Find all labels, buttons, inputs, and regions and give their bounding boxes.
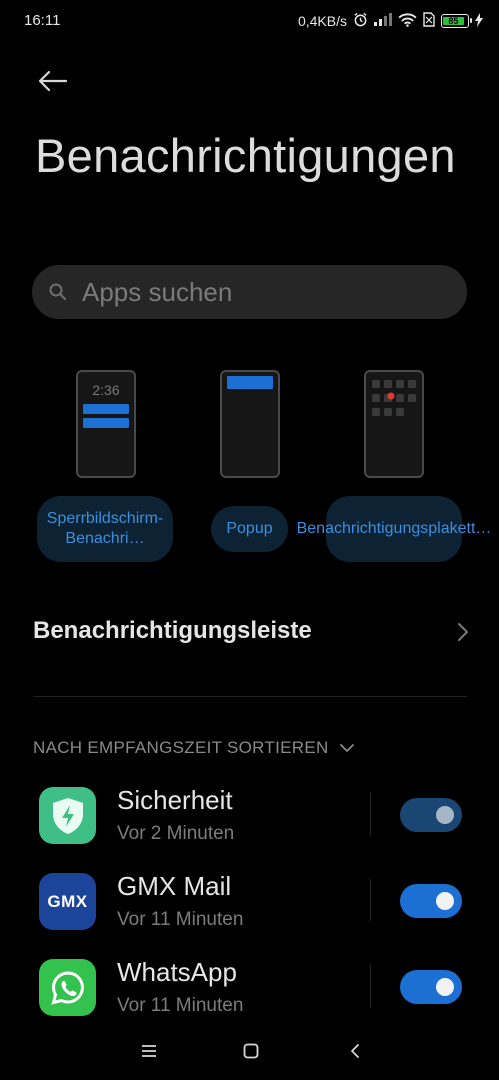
notification-toggle[interactable] <box>400 798 462 832</box>
battery-icon: 85 <box>441 14 472 28</box>
arrow-left-icon <box>38 70 68 92</box>
popup-style-button[interactable]: Popup <box>211 506 288 552</box>
search-icon <box>49 283 67 301</box>
lockscreen-preview[interactable]: 2:36 <box>76 370 136 478</box>
signal-icon <box>374 13 392 29</box>
divider <box>33 696 467 697</box>
notification-toggle[interactable] <box>400 884 462 918</box>
divider <box>370 793 371 835</box>
status-time: 16:11 <box>24 12 61 29</box>
whatsapp-icon <box>39 959 96 1016</box>
app-name: GMX Mail <box>117 871 232 901</box>
app-time: Vor 11 Minuten <box>117 995 244 1016</box>
navigation-bar <box>0 1030 499 1070</box>
sort-selector[interactable]: NACH EMPFANGSZEIT SORTIEREN <box>33 738 355 758</box>
sort-label: NACH EMPFANGSZEIT SORTIEREN <box>33 738 329 757</box>
page-title: Benachrichtigungen <box>35 129 456 182</box>
popup-notification-bar <box>227 376 273 389</box>
app-name: Sicherheit <box>117 785 233 815</box>
divider <box>370 879 371 921</box>
back-button[interactable] <box>36 64 70 98</box>
toggle-knob <box>436 806 454 824</box>
chevron-right-icon <box>457 622 469 647</box>
battery-level: 85 <box>443 17 464 26</box>
chevron-left-icon <box>351 1044 359 1058</box>
lockscreen-style-button[interactable]: Sperrbildschirm-Benachri… <box>37 496 173 562</box>
alarm-icon <box>353 12 368 30</box>
charging-icon <box>475 12 483 30</box>
status-icons: 0,4KB/s 85 <box>298 10 483 32</box>
notification-shade-label[interactable]: Benachrichtigungsleiste <box>33 617 312 645</box>
square-icon <box>243 1043 259 1059</box>
lockscreen-notification-bar <box>83 404 129 414</box>
app-time: Vor 11 Minuten <box>117 909 244 930</box>
network-speed: 0,4KB/s <box>297 13 347 29</box>
toggle-knob <box>436 978 454 996</box>
home-button[interactable] <box>238 1038 264 1064</box>
app-time: Vor 2 Minuten <box>117 823 235 844</box>
wifi-icon <box>398 12 417 30</box>
shield-icon <box>39 787 96 844</box>
chevron-down-icon <box>339 744 354 752</box>
badge-preview[interactable] <box>364 370 424 478</box>
popup-preview[interactable] <box>220 370 280 478</box>
gmx-logo-text: GMX <box>47 891 88 911</box>
back-nav-button[interactable] <box>342 1038 368 1064</box>
notification-toggle[interactable] <box>400 970 462 1004</box>
toggle-knob <box>436 892 454 910</box>
lockscreen-notification-bar <box>83 418 129 428</box>
gmx-icon: GMX <box>39 873 96 930</box>
list-item[interactable]: Sicherheit Vor 2 Minuten <box>0 785 499 873</box>
app-name: WhatsApp <box>117 957 237 987</box>
lockscreen-clock: 2:36 <box>92 382 120 398</box>
app-grid-icon <box>372 380 416 416</box>
search-placeholder: Apps suchen <box>82 276 233 307</box>
menu-icon <box>142 1045 156 1057</box>
no-sim-icon <box>423 12 435 30</box>
recents-button[interactable] <box>136 1038 162 1064</box>
badge-style-button[interactable]: Benachrichtigungsplakett… <box>297 496 491 562</box>
divider <box>370 965 371 1007</box>
search-input[interactable]: Apps suchen <box>32 265 467 319</box>
list-item[interactable]: GMX GMX Mail Vor 11 Minuten <box>0 871 499 959</box>
